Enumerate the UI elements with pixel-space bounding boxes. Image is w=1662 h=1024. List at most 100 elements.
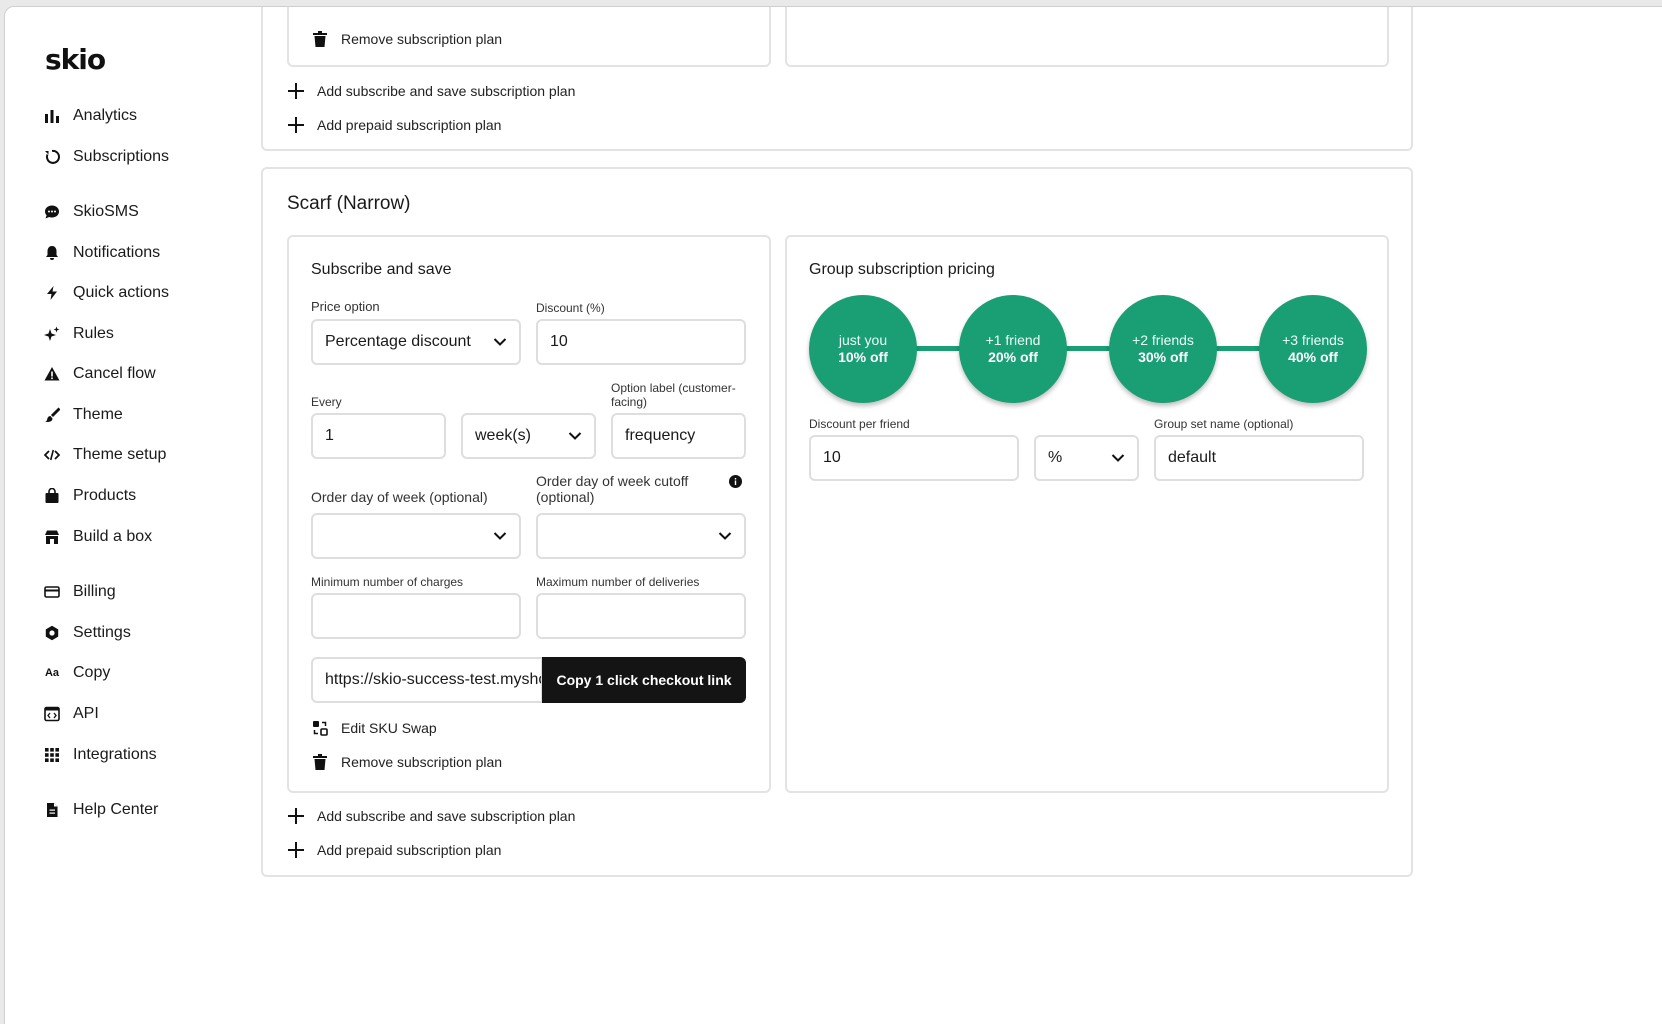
option-label-value: frequency [625, 427, 696, 444]
brush-icon [43, 406, 61, 424]
max-deliveries-input[interactable] [536, 593, 746, 639]
tier-who: just you [838, 332, 888, 348]
group-pricing-card: Group subscription pricing just you 10% … [785, 235, 1389, 793]
sidebar-item-copy[interactable]: Aa Copy [43, 658, 243, 688]
remove-subscription-plan-button[interactable]: Remove subscription plan [311, 753, 502, 771]
sidebar-item-label: Copy [73, 664, 111, 681]
subscribe-save-card: Subscribe and save Price option Percenta… [287, 235, 771, 793]
sidebar-item-subscriptions[interactable]: Subscriptions [43, 142, 243, 172]
plus-icon [287, 82, 305, 100]
option-label-label: Option label (customer-facing) [611, 381, 736, 409]
grid-icon [43, 746, 61, 764]
add-subscribe-save-plan-button[interactable]: Add subscribe and save subscription plan [287, 807, 575, 825]
sidebar-item-label: Build a box [73, 528, 153, 545]
order-day-label: Order day of week (optional) [311, 489, 488, 505]
min-charges-input[interactable] [311, 593, 521, 639]
trash-icon [311, 30, 329, 48]
interval-select[interactable]: week(s) [461, 413, 596, 459]
sidebar-item-theme-setup[interactable]: Theme setup [43, 440, 243, 470]
tier-off: 40% off [1288, 349, 1338, 365]
sidebar-item-label: Quick actions [73, 284, 170, 301]
add-prepaid-plan-button[interactable]: Add prepaid subscription plan [287, 116, 501, 134]
info-icon[interactable] [729, 475, 742, 493]
subscribe-save-title: Subscribe and save [311, 261, 452, 278]
group-set-name-label: Group set name (optional) [1154, 417, 1294, 431]
edit-sku-swap-button[interactable]: Edit SKU Swap [311, 719, 437, 737]
tier-circle-1-friend: +1 friend 20% off [959, 295, 1067, 403]
copy-checkout-link-button[interactable]: Copy 1 click checkout link [542, 657, 746, 703]
group-set-name-value: default [1168, 449, 1217, 466]
every-input[interactable]: 1 [311, 413, 446, 459]
sidebar-item-notifications[interactable]: Notifications [43, 238, 243, 268]
tier-off: 20% off [988, 349, 1038, 365]
tier-circle-2-friends: +2 friends 30% off [1109, 295, 1217, 403]
sidebar-item-quick-actions[interactable]: Quick actions [43, 278, 243, 308]
discount-unit-select[interactable]: % [1034, 435, 1139, 481]
credit-card-icon [43, 583, 61, 601]
chevron-down-icon [1111, 451, 1125, 465]
add-prepaid-plan-button[interactable]: Add prepaid subscription plan [287, 841, 501, 859]
sidebar-item-label: Notifications [73, 244, 161, 261]
trash-icon [311, 753, 329, 771]
warning-icon [43, 365, 61, 383]
order-day-select[interactable] [311, 513, 521, 559]
code-icon [43, 446, 61, 464]
sidebar-item-label: Settings [73, 624, 131, 641]
order-day-cutoff-select[interactable] [536, 513, 746, 559]
edit-sku-swap-label: Edit SKU Swap [341, 720, 437, 736]
tier-off: 10% off [838, 349, 888, 365]
sidebar-item-integrations[interactable]: Integrations [43, 740, 243, 770]
discount-value: 10 [550, 333, 568, 350]
max-deliveries-label: Maximum number of deliveries [536, 575, 700, 589]
sidebar-item-settings[interactable]: Settings [43, 618, 243, 648]
price-option-select[interactable]: Percentage discount [311, 319, 521, 365]
sidebar-item-analytics[interactable]: Analytics [43, 101, 243, 131]
group-set-name-input[interactable]: default [1154, 435, 1364, 481]
add-prepaid-label: Add prepaid subscription plan [317, 842, 502, 858]
option-label-input[interactable]: frequency [611, 413, 746, 459]
sidebar-item-products[interactable]: Products [43, 481, 243, 511]
sidebar-item-cancel-flow[interactable]: Cancel flow [43, 359, 243, 389]
discount-input[interactable]: 10 [536, 319, 746, 365]
sidebar-item-rules[interactable]: Rules [43, 319, 243, 349]
refresh-icon [43, 148, 61, 166]
sidebar-item-label: Help Center [73, 801, 159, 818]
logo[interactable]: skio [45, 43, 106, 76]
every-label: Every [311, 395, 342, 409]
sidebar-item-label: Subscriptions [73, 148, 170, 165]
sidebar-item-skiosms[interactable]: SkioSMS [43, 197, 243, 227]
sidebar-item-label: Integrations [73, 746, 157, 763]
remove-subscription-plan-button[interactable]: Remove subscription plan [311, 30, 502, 48]
tier-who: +2 friends [1132, 332, 1194, 348]
chevron-down-icon [493, 529, 507, 543]
chevron-down-icon [568, 429, 582, 443]
sidebar-item-build-a-box[interactable]: Build a box [43, 522, 243, 552]
discount-per-friend-value: 10 [823, 449, 841, 466]
chevron-down-icon [493, 335, 507, 349]
bell-icon [43, 244, 61, 262]
sidebar-item-label: Rules [73, 325, 114, 342]
product-title: Scarf (Narrow) [287, 193, 411, 214]
plus-icon [287, 807, 305, 825]
add-prepaid-label: Add prepaid subscription plan [317, 117, 502, 133]
swap-icon [311, 719, 329, 737]
sidebar-item-label: Analytics [73, 107, 138, 124]
price-option-label: Price option [311, 299, 380, 314]
tier-who: +1 friend [985, 332, 1041, 348]
previous-product-card: Remove subscription plan Add subscribe a… [261, 7, 1413, 151]
discount-unit-value: % [1048, 449, 1063, 466]
add-subscribe-save-plan-button[interactable]: Add subscribe and save subscription plan [287, 82, 575, 100]
chevron-down-icon [718, 529, 732, 543]
sparkle-icon [43, 325, 61, 343]
discount-per-friend-input[interactable]: 10 [809, 435, 1019, 481]
store-icon [43, 528, 61, 546]
sidebar-item-theme[interactable]: Theme [43, 400, 243, 430]
api-icon [43, 705, 61, 723]
checkout-url-input[interactable]: https://skio-success-test.myshopify.com [311, 657, 543, 703]
sidebar-item-help-center[interactable]: Help Center [43, 795, 243, 825]
sidebar: skio Analytics Subscriptions SkioSMS Not… [5, 7, 265, 1024]
sidebar-item-billing[interactable]: Billing [43, 577, 243, 607]
sidebar-item-api[interactable]: API [43, 699, 243, 729]
plus-icon [287, 841, 305, 859]
every-value: 1 [325, 427, 334, 444]
